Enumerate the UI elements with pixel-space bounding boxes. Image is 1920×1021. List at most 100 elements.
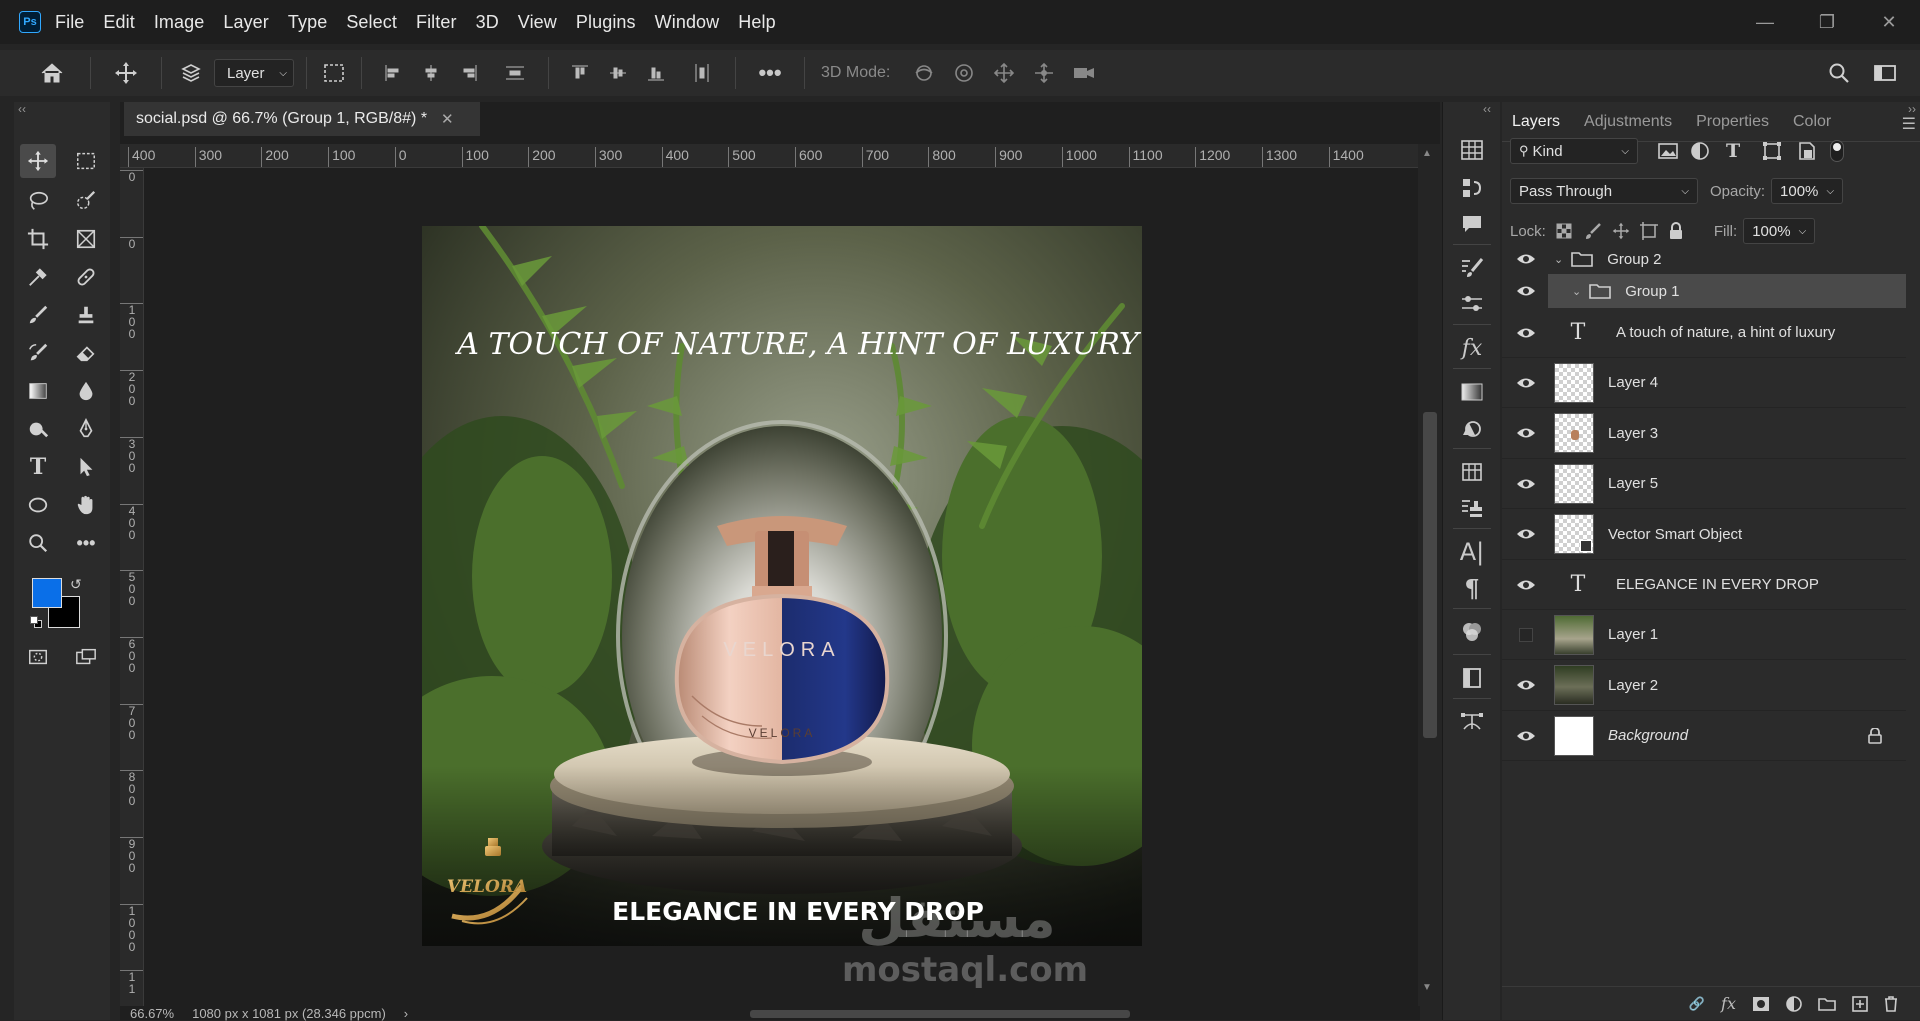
- 3d-roll-icon[interactable]: [944, 62, 984, 84]
- eye-icon[interactable]: [1502, 477, 1550, 491]
- layer-row[interactable]: Layer 5: [1502, 459, 1906, 510]
- eye-icon[interactable]: [1502, 376, 1550, 390]
- collapse-panels-icon[interactable]: ‹‹: [1483, 102, 1491, 116]
- foreground-color-swatch[interactable]: [32, 578, 62, 608]
- 3d-slide-icon[interactable]: [1024, 62, 1064, 84]
- lock-icon[interactable]: [1868, 727, 1882, 744]
- history-brush-tool-button[interactable]: [20, 336, 56, 370]
- close-window-button[interactable]: ✕: [1858, 0, 1920, 44]
- eye-icon[interactable]: [1502, 284, 1550, 298]
- hidden-eye-box[interactable]: [1502, 627, 1550, 642]
- brush-settings-panel-icon[interactable]: [1457, 254, 1487, 282]
- hand-tool-button[interactable]: [68, 488, 104, 522]
- menu-filter[interactable]: Filter: [416, 12, 457, 33]
- new-layer-icon[interactable]: [1852, 995, 1868, 1012]
- lock-transparent-icon[interactable]: [1556, 223, 1584, 239]
- menu-edit[interactable]: Edit: [103, 12, 134, 33]
- delete-layer-icon[interactable]: [1884, 995, 1898, 1012]
- filter-type-icon[interactable]: T: [1726, 140, 1762, 162]
- menu-window[interactable]: Window: [655, 12, 720, 33]
- eye-icon[interactable]: [1502, 426, 1550, 440]
- eyedropper-tool-button[interactable]: [20, 260, 56, 294]
- libraries-panel-icon[interactable]: [1457, 618, 1487, 646]
- dodge-tool-button[interactable]: [20, 412, 56, 446]
- menu-type[interactable]: Type: [288, 12, 327, 33]
- filter-smart-object-icon[interactable]: [1798, 141, 1830, 161]
- layer-row[interactable]: Background: [1502, 711, 1906, 762]
- zoom-tool-button[interactable]: [20, 526, 56, 560]
- layer-row[interactable]: Layer 2: [1502, 661, 1906, 711]
- character-panel-icon[interactable]: A|: [1457, 538, 1487, 566]
- distribute-horizontal-icon[interactable]: [494, 63, 536, 83]
- search-icon[interactable]: [1824, 62, 1854, 84]
- tab-layers[interactable]: Layers: [1512, 113, 1561, 141]
- 3d-orbit-icon[interactable]: [904, 62, 944, 84]
- tab-properties[interactable]: Properties: [1696, 113, 1769, 141]
- add-mask-icon[interactable]: [1752, 996, 1770, 1012]
- layer-row[interactable]: Layer 1: [1502, 610, 1906, 661]
- quick-mask-button[interactable]: [20, 640, 56, 674]
- new-group-icon[interactable]: [1818, 997, 1836, 1011]
- quick-select-tool-button[interactable]: [68, 184, 104, 218]
- workspace-icon[interactable]: [1870, 63, 1900, 83]
- menu-layer[interactable]: Layer: [223, 12, 269, 33]
- comments-panel-icon[interactable]: [1457, 210, 1487, 238]
- layer-row[interactable]: Vector Smart Object: [1502, 510, 1906, 560]
- link-layers-icon[interactable]: 🔗: [1689, 996, 1705, 1012]
- marquee-tool-button[interactable]: [68, 144, 104, 178]
- align-middle-icon[interactable]: [599, 63, 637, 83]
- type-tool-button[interactable]: T: [20, 450, 56, 484]
- lock-artboard-icon[interactable]: [1639, 222, 1668, 240]
- layer-row[interactable]: T ELEGANCE IN EVERY DROP: [1502, 560, 1906, 610]
- restore-button[interactable]: ❐: [1796, 0, 1858, 44]
- blend-mode-dropdown[interactable]: Pass Through ⌵: [1510, 178, 1698, 204]
- 3d-pan-icon[interactable]: [984, 62, 1024, 84]
- clone-stamp-tool-button[interactable]: [68, 298, 104, 332]
- eye-icon[interactable]: [1502, 326, 1550, 340]
- document-tab[interactable]: social.psd @ 66.7% (Group 1, RGB/8#) * ✕: [124, 102, 480, 136]
- minimize-button[interactable]: —: [1734, 0, 1796, 44]
- home-icon[interactable]: [26, 62, 78, 84]
- menu-select[interactable]: Select: [346, 12, 397, 33]
- lasso-tool-button[interactable]: [20, 184, 56, 218]
- align-center-icon[interactable]: [412, 63, 450, 83]
- chevron-down-icon[interactable]: ⌄: [1554, 253, 1563, 266]
- vertical-scroll-thumb[interactable]: [1423, 412, 1437, 738]
- styles-fx-panel-icon[interactable]: fx: [1457, 334, 1487, 362]
- frame-tool-button[interactable]: [68, 222, 104, 256]
- status-chevron-icon[interactable]: ›: [404, 1006, 408, 1021]
- lock-pixels-icon[interactable]: [1584, 222, 1612, 240]
- more-options-icon[interactable]: •••: [748, 60, 792, 86]
- channels-panel-icon[interactable]: [1457, 174, 1487, 202]
- default-colors-icon[interactable]: [30, 616, 42, 628]
- brush-tool-button[interactable]: [20, 298, 56, 332]
- glyphs-panel-icon[interactable]: [1457, 458, 1487, 486]
- align-top-icon[interactable]: [561, 63, 599, 83]
- filter-adjustment-icon[interactable]: [1690, 141, 1726, 161]
- eye-icon[interactable]: [1502, 252, 1550, 266]
- learn-panel-icon[interactable]: [1457, 664, 1487, 692]
- crop-tool-button[interactable]: [20, 222, 56, 256]
- paragraph-panel-icon[interactable]: ¶: [1457, 574, 1487, 603]
- filter-shape-icon[interactable]: [1762, 141, 1798, 161]
- align-left-icon[interactable]: [374, 63, 412, 83]
- canvas-artwork[interactable]: VELORA VELORA A TOUCH OF NATURE, A HINT …: [422, 226, 1142, 946]
- layer-row[interactable]: T A touch of nature, a hint of luxury: [1502, 308, 1906, 358]
- layer-row[interactable]: Layer 4: [1502, 358, 1906, 409]
- blur-tool-button[interactable]: [68, 374, 104, 408]
- history-panel-icon[interactable]: [1457, 136, 1487, 164]
- tool-presets-panel-icon[interactable]: [1457, 494, 1487, 522]
- transform-controls-icon[interactable]: [319, 62, 349, 84]
- gradients-panel-icon[interactable]: [1457, 378, 1487, 406]
- scroll-down-icon[interactable]: ▼: [1422, 982, 1432, 993]
- collapse-tools-icon[interactable]: ‹‹: [18, 102, 26, 116]
- pen-tool-button[interactable]: [68, 412, 104, 446]
- layer-row[interactable]: Layer 3: [1502, 409, 1906, 459]
- shapes-panel-icon[interactable]: [1457, 414, 1487, 442]
- clone-source-panel-icon[interactable]: [1457, 290, 1487, 318]
- new-adjustment-icon[interactable]: [1786, 995, 1802, 1012]
- menu-3d[interactable]: 3D: [476, 12, 499, 33]
- move-tool-icon[interactable]: [103, 61, 149, 85]
- move-tool-button[interactable]: [20, 144, 56, 178]
- chevron-down-icon[interactable]: ⌄: [1572, 285, 1581, 298]
